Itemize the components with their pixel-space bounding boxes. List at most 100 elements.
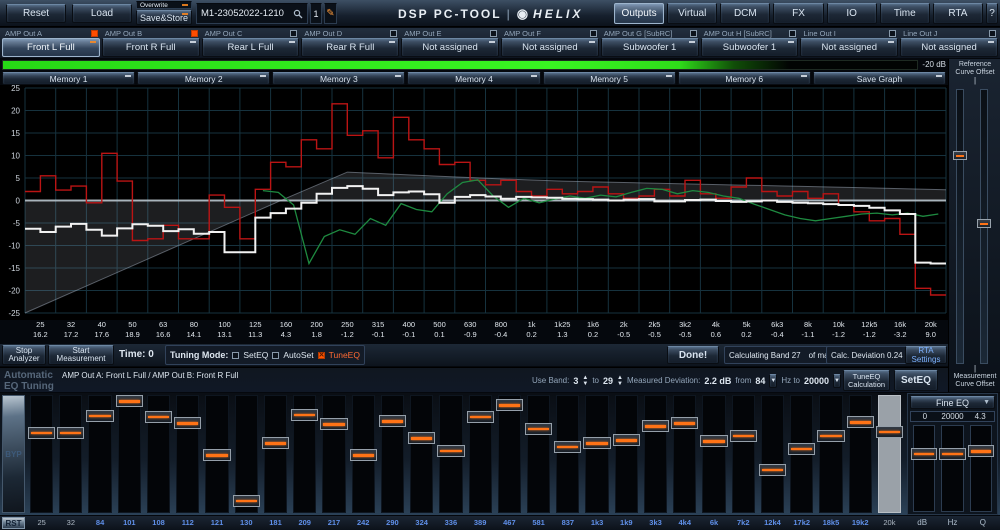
- measurement-offset-handle[interactable]: [977, 219, 991, 228]
- seteq-button[interactable]: SetEQ: [894, 370, 938, 391]
- reset-button[interactable]: Reset: [6, 4, 66, 23]
- nav-fx-button[interactable]: FX: [773, 3, 823, 24]
- fine-eq-handle[interactable]: [911, 448, 937, 460]
- rta-settings-button[interactable]: RTA Settings: [905, 346, 947, 364]
- channel-assignment-button[interactable]: Not assigned: [800, 38, 898, 57]
- tuning-mode-checkbox-seteq[interactable]: [232, 352, 239, 359]
- stop-analyzer-button[interactable]: StopAnalyzer: [2, 345, 46, 365]
- memory-5-button[interactable]: Memory 5: [543, 72, 676, 85]
- edit-button[interactable]: ✎: [324, 3, 337, 24]
- eq-band-handle-1k3[interactable]: [583, 437, 610, 449]
- tuning-mode-checkbox-autoset[interactable]: [272, 352, 279, 359]
- eq-band-track[interactable]: [498, 395, 521, 513]
- channel-checkbox[interactable]: [91, 30, 98, 37]
- fine-eq-track[interactable]: [913, 425, 935, 512]
- eq-band-track[interactable]: [878, 395, 901, 513]
- channel-assignment-button[interactable]: Not assigned: [401, 38, 499, 57]
- eq-band-track[interactable]: [30, 395, 53, 513]
- done-button[interactable]: Done!: [667, 346, 719, 364]
- channel-checkbox[interactable]: [191, 30, 198, 37]
- eq-band-handle-17k2[interactable]: [788, 443, 815, 455]
- reference-offset-handle[interactable]: [953, 151, 967, 160]
- channel-assignment-button[interactable]: Rear L Full: [202, 38, 300, 57]
- eq-band-handle-84[interactable]: [86, 410, 113, 422]
- eq-band-handle-108[interactable]: [145, 411, 172, 423]
- tuning-mode-checkbox-tuneeq[interactable]: [318, 352, 325, 359]
- channel-checkbox[interactable]: [290, 30, 297, 37]
- save-graph-button[interactable]: Save Graph: [813, 72, 946, 85]
- eq-band-handle-101[interactable]: [116, 395, 143, 407]
- eq-band-track[interactable]: [410, 395, 433, 513]
- nav-dcm-button[interactable]: DCM: [720, 3, 770, 24]
- bypass-button[interactable]: BYP: [2, 395, 25, 513]
- fine-eq-track[interactable]: [941, 425, 963, 512]
- freq-from-dropdown[interactable]: ▼: [769, 374, 777, 388]
- eq-band-handle-130[interactable]: [233, 495, 260, 507]
- freq-to-dropdown[interactable]: ▼: [833, 374, 841, 388]
- channel-checkbox[interactable]: [789, 30, 796, 37]
- eq-band-track[interactable]: [732, 395, 755, 513]
- start-measurement-button[interactable]: StartMeasurement: [48, 345, 114, 365]
- memory-6-button[interactable]: Memory 6: [678, 72, 811, 85]
- preset-count[interactable]: 1: [310, 3, 322, 24]
- channel-assignment-button[interactable]: Not assigned: [900, 38, 998, 57]
- eq-band-handle-209[interactable]: [291, 409, 318, 421]
- memory-3-button[interactable]: Memory 3: [272, 72, 405, 85]
- eq-band-handle-1k9[interactable]: [613, 434, 640, 446]
- channel-assignment-button[interactable]: Rear R Full: [301, 38, 399, 57]
- eq-band-handle-467[interactable]: [496, 399, 523, 411]
- eq-band-handle-7k2[interactable]: [730, 430, 757, 442]
- eq-band-handle-32[interactable]: [57, 427, 84, 439]
- eq-band-track[interactable]: [527, 395, 550, 513]
- reference-curve-offset-slider[interactable]: [956, 89, 964, 364]
- eq-band-handle-336[interactable]: [437, 445, 464, 457]
- fine-eq-track[interactable]: [970, 425, 992, 512]
- nav-rta-button[interactable]: RTA: [933, 3, 983, 24]
- overwrite-dropdown[interactable]: Overwrite: [136, 1, 192, 9]
- eq-band-handle-581[interactable]: [525, 423, 552, 435]
- eq-band-track[interactable]: [118, 395, 141, 513]
- device-name-field[interactable]: M1-23052022-1210: [196, 3, 308, 24]
- eq-band-handle-389[interactable]: [467, 411, 494, 423]
- channel-checkbox[interactable]: [989, 30, 996, 37]
- eq-band-track[interactable]: [761, 395, 784, 513]
- nav-outputs-button[interactable]: Outputs: [614, 3, 664, 24]
- nav-time-button[interactable]: Time: [880, 3, 930, 24]
- channel-checkbox[interactable]: [889, 30, 896, 37]
- eq-band-handle-12k4[interactable]: [759, 464, 786, 476]
- eq-band-handle-121[interactable]: [203, 449, 230, 461]
- eq-band-track[interactable]: [264, 395, 287, 513]
- eq-band-handle-217[interactable]: [320, 418, 347, 430]
- eq-band-track[interactable]: [322, 395, 345, 513]
- eq-band-handle-242[interactable]: [350, 449, 377, 461]
- fine-eq-handle[interactable]: [968, 445, 994, 457]
- nav-help-button[interactable]: ?: [986, 3, 998, 24]
- eq-band-track[interactable]: [381, 395, 404, 513]
- nav-virtual-button[interactable]: Virtual: [667, 3, 717, 24]
- eq-band-track[interactable]: [702, 395, 725, 513]
- memory-4-button[interactable]: Memory 4: [407, 72, 540, 85]
- eq-band-handle-20k[interactable]: [876, 426, 903, 438]
- memory-1-button[interactable]: Memory 1: [2, 72, 135, 85]
- band-to-stepper[interactable]: ▲▼: [617, 375, 623, 387]
- memory-2-button[interactable]: Memory 2: [137, 72, 270, 85]
- eq-band-handle-19k2[interactable]: [847, 416, 874, 428]
- eq-band-track[interactable]: [673, 395, 696, 513]
- band-from-stepper[interactable]: ▲▼: [582, 375, 588, 387]
- channel-assignment-button[interactable]: Front L Full: [2, 38, 100, 57]
- eq-band-handle-324[interactable]: [408, 432, 435, 444]
- eq-band-track[interactable]: [176, 395, 199, 513]
- channel-checkbox[interactable]: [690, 30, 697, 37]
- eq-band-handle-18k5[interactable]: [817, 430, 844, 442]
- eq-band-track[interactable]: [59, 395, 82, 513]
- eq-band-handle-181[interactable]: [262, 437, 289, 449]
- eq-band-handle-112[interactable]: [174, 417, 201, 429]
- search-icon[interactable]: [293, 9, 303, 19]
- eq-band-track[interactable]: [615, 395, 638, 513]
- tuneeq-calculation-button[interactable]: TuneEQCalculation: [843, 370, 890, 391]
- channel-assignment-button[interactable]: Front R Full: [102, 38, 200, 57]
- save-store-button[interactable]: Save&Store: [136, 10, 192, 25]
- channel-checkbox[interactable]: [390, 30, 397, 37]
- eq-band-handle-25[interactable]: [28, 427, 55, 439]
- eq-band-handle-837[interactable]: [554, 441, 581, 453]
